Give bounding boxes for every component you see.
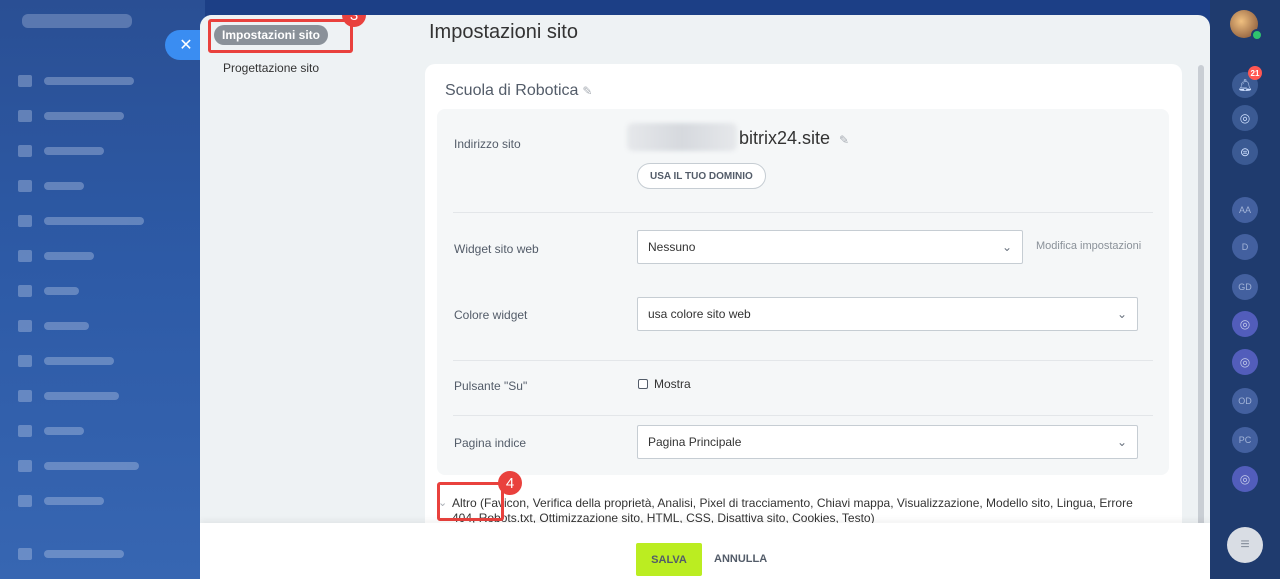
site-address: bitrix24.site <box>739 128 831 148</box>
edit-widget-settings-link[interactable]: Modifica impostazioni <box>1036 240 1141 252</box>
highlight-box <box>437 482 504 521</box>
more-settings-toggle[interactable]: ⌄ Altro (Favicon, Verifica della proprie… <box>438 496 1152 526</box>
background-menu-row <box>18 548 124 560</box>
nav-item-site-design[interactable]: Progettazione sito <box>223 61 319 75</box>
background-menu-row <box>18 180 84 192</box>
save-button[interactable]: SALVA <box>636 543 702 576</box>
up-button-label: Pulsante "Su" <box>454 379 528 393</box>
site-name: Scuola di Robotica ✎ <box>445 82 593 99</box>
settings-card: Scuola di Robotica ✎ Indirizzo sito bitri… <box>425 64 1182 534</box>
checkbox[interactable] <box>638 379 648 389</box>
close-icon: ✕ <box>179 37 193 54</box>
address-label: Indirizzo sito <box>454 137 521 151</box>
background-menu <box>0 0 205 579</box>
background-menu-row <box>18 75 134 87</box>
index-page-select[interactable]: Pagina Principale ⌄ <box>637 425 1138 459</box>
widget-select[interactable]: Nessuno ⌄ <box>637 230 1023 264</box>
show-up-button-checkbox[interactable]: Mostra <box>638 377 691 391</box>
cancel-button[interactable]: ANNULLA <box>714 553 767 565</box>
menu-icon[interactable]: ≡ <box>1227 527 1263 563</box>
background-menu-row <box>18 285 79 297</box>
page-title: Impostazioni sito <box>429 21 578 43</box>
background-menu-row <box>18 390 119 402</box>
edit-pencil-icon[interactable]: ✎ <box>582 84 592 98</box>
divider <box>453 415 1153 416</box>
chevron-down-icon: ⌄ <box>1116 307 1127 321</box>
settings-form: Indirizzo sito bitrix24.site ✎ USA IL TU… <box>437 109 1169 475</box>
online-status-icon <box>1251 29 1263 41</box>
openline-icon[interactable]: ◎ <box>1232 349 1258 375</box>
settings-panel: Impostazioni sito Progettazione sito 3 I… <box>200 15 1210 579</box>
right-sidebar: 🔔︎ 21 ◎ ⊜ AA D GD ◎ ◎ OD PC ◎ ≡ <box>1210 0 1280 579</box>
footer-bar: SALVA ANNULLA <box>200 523 1210 579</box>
step-marker: 4 <box>498 471 522 495</box>
close-slider-button[interactable]: ✕ <box>165 30 201 60</box>
use-own-domain-button[interactable]: USA IL TUO DOMINIO <box>637 163 766 189</box>
copilot-icon[interactable]: ◎ <box>1232 105 1258 131</box>
widget-color-select[interactable]: usa colore sito web ⌄ <box>637 297 1138 331</box>
edit-pencil-icon[interactable]: ✎ <box>839 133 849 147</box>
widget-color-label: Colore widget <box>454 308 528 322</box>
contact-avatar[interactable]: PC <box>1232 427 1258 453</box>
contact-avatar[interactable]: OD <box>1232 388 1258 414</box>
notification-badge: 21 <box>1248 66 1262 80</box>
contact-avatar[interactable]: D <box>1232 234 1258 260</box>
background-menu-row <box>18 110 124 122</box>
background-menu-row <box>18 250 94 262</box>
background-menu-row <box>18 355 114 367</box>
chevron-down-icon: ⌄ <box>1116 435 1127 449</box>
background-menu-row <box>18 215 144 227</box>
settings-nav: Impostazioni sito Progettazione sito 3 <box>200 15 410 579</box>
index-page-label: Pagina indice <box>454 436 527 450</box>
background-menu-row <box>18 495 104 507</box>
chat-icon[interactable]: ⊜ <box>1232 139 1258 165</box>
contact-avatar[interactable]: AA <box>1232 197 1258 223</box>
divider <box>453 212 1153 213</box>
highlight-box <box>208 19 353 53</box>
chevron-down-icon: ⌄ <box>1001 240 1012 254</box>
openline-icon[interactable]: ◎ <box>1232 311 1258 337</box>
openline-icon[interactable]: ◎ <box>1232 466 1258 492</box>
scrollbar[interactable] <box>1198 65 1204 555</box>
blurred-subdomain <box>627 123 737 151</box>
background-menu-row <box>18 460 139 472</box>
contact-avatar[interactable]: GD <box>1232 274 1258 300</box>
background-menu-row <box>18 425 84 437</box>
background-menu-row <box>18 320 89 332</box>
widget-label: Widget sito web <box>454 242 539 256</box>
background-logo <box>22 14 132 28</box>
background-menu-row <box>18 145 104 157</box>
divider <box>453 360 1153 361</box>
